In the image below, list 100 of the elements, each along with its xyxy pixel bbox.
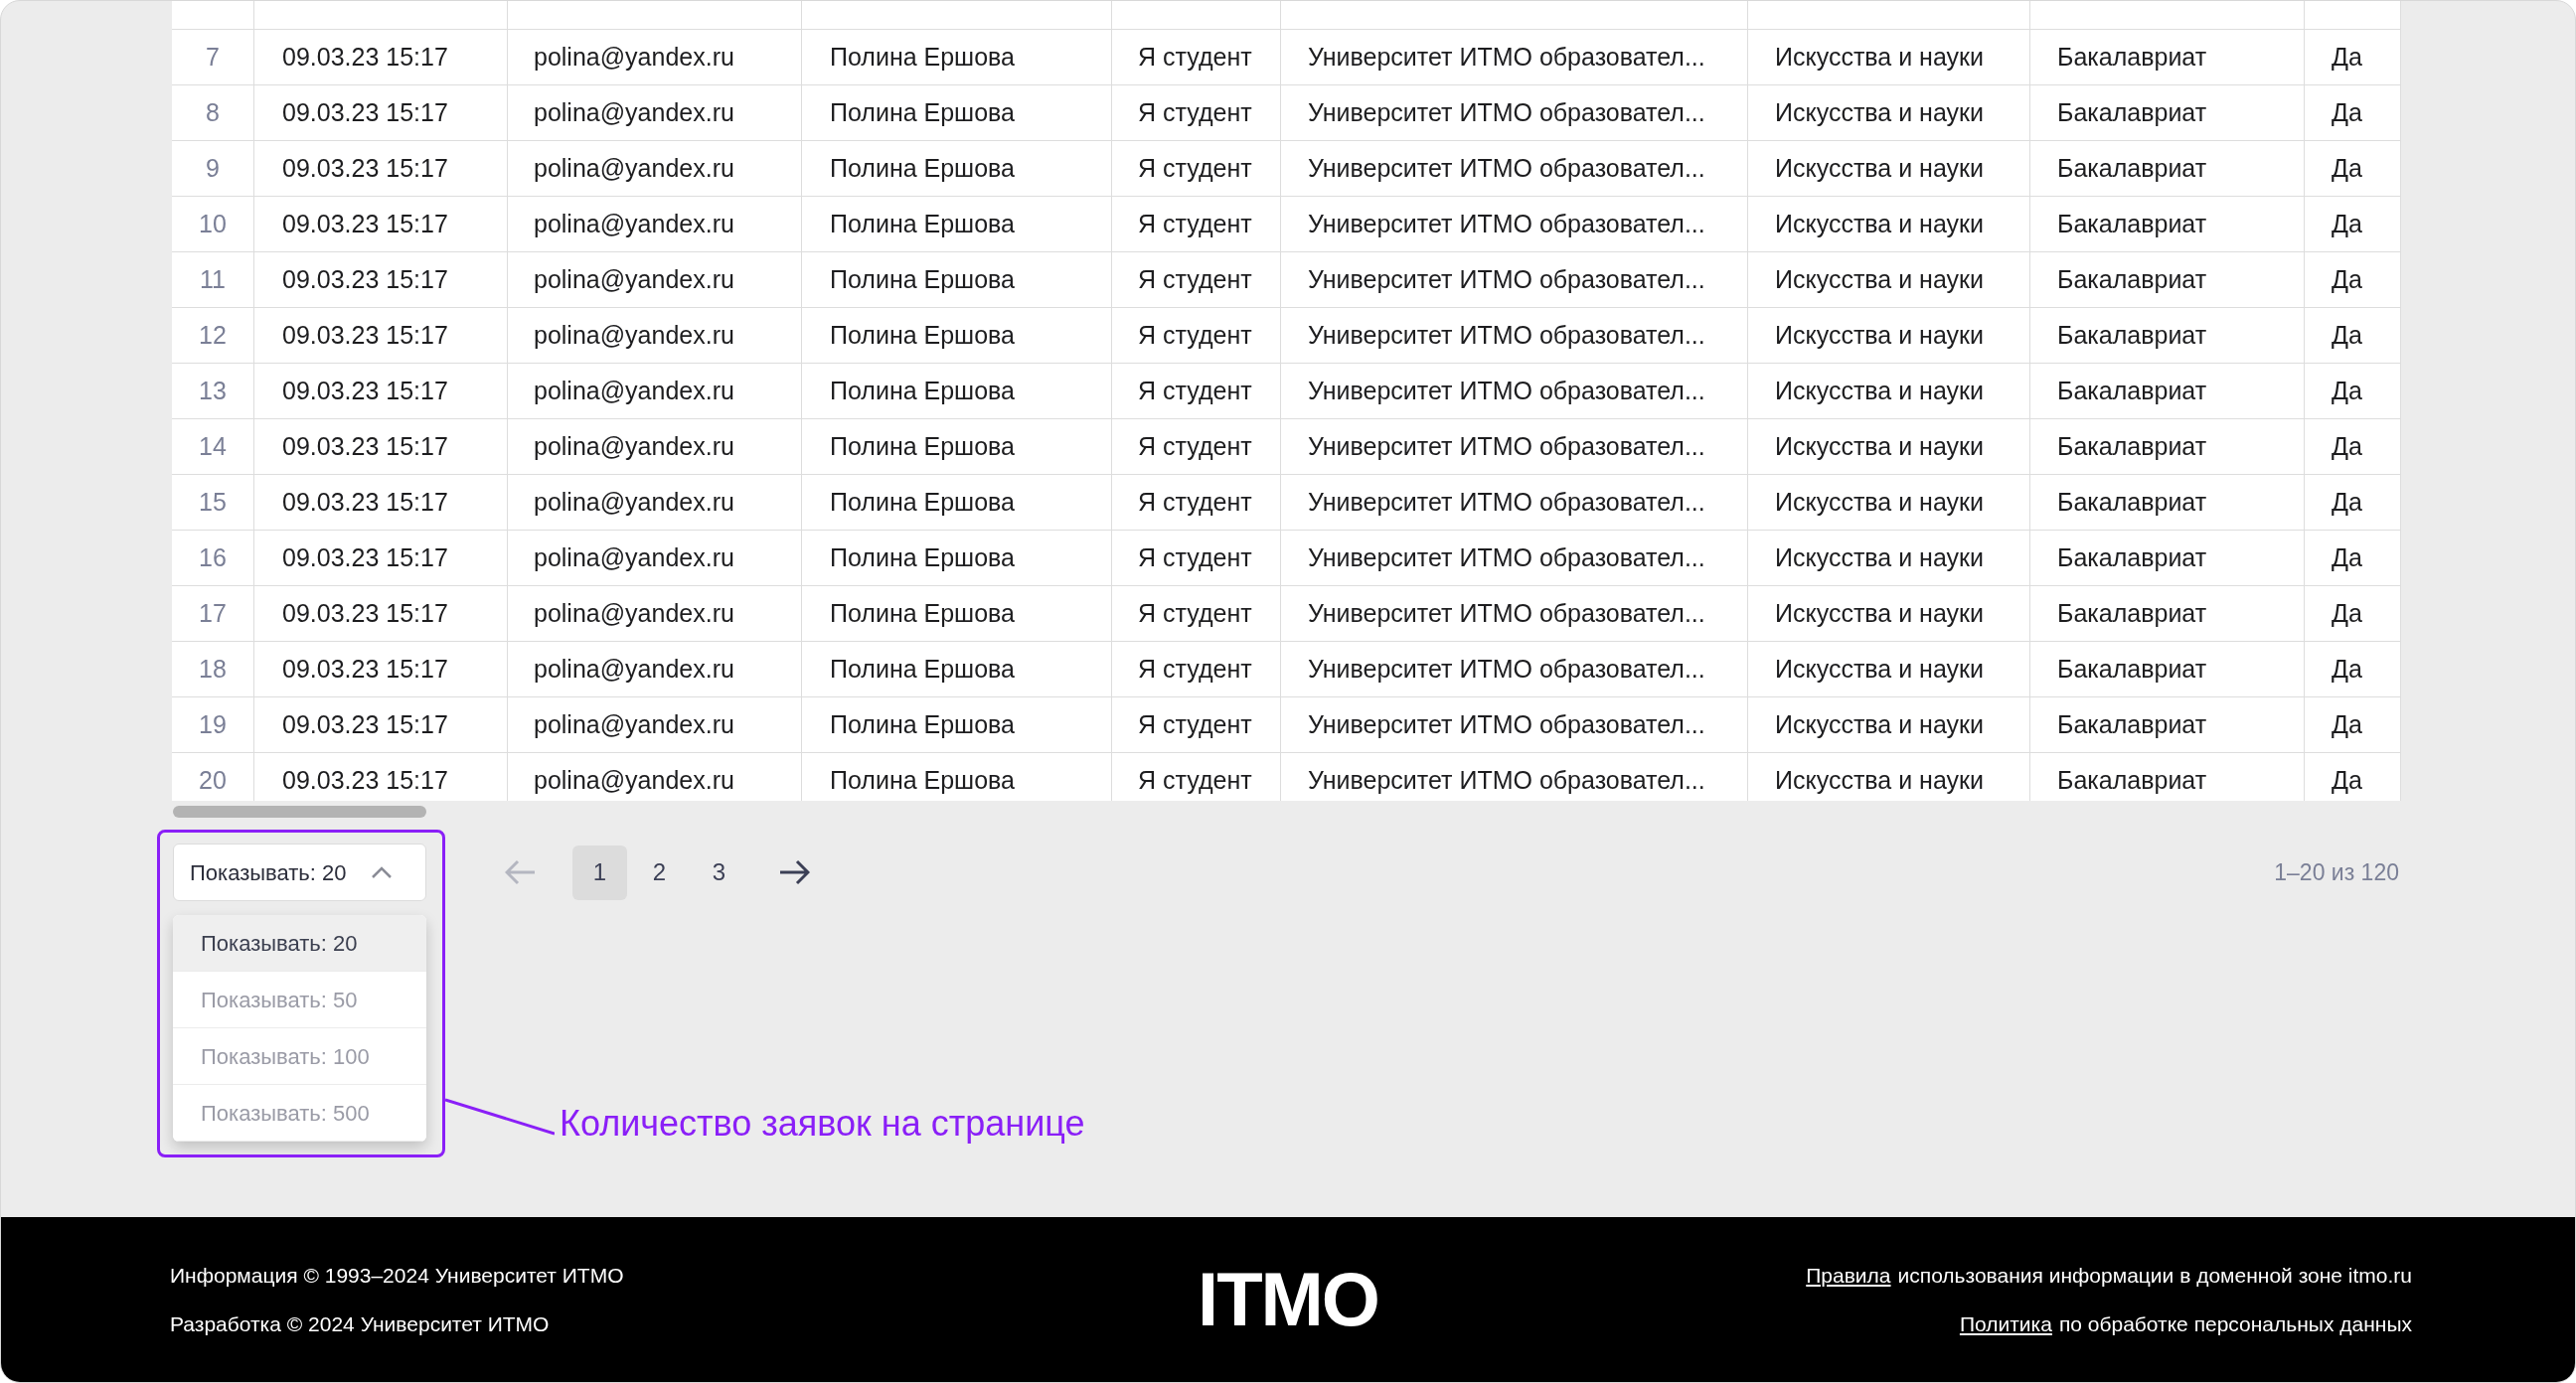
table-cell: polina@yandex.ru <box>508 586 802 641</box>
table-cell: 09.03.23 15:17 <box>254 197 508 251</box>
table-cell: Я студент <box>1112 753 1281 801</box>
table-cell: Бакалавриат <box>2030 30 2305 84</box>
table-cell: 09.03.23 15:17 <box>254 419 508 474</box>
table-cell: Я студент <box>1112 252 1281 307</box>
table-cell: Университет ИТМО образовател... <box>1281 30 1748 84</box>
table-cell: Бакалавриат <box>2030 85 2305 140</box>
table-cell: 09.03.23 15:17 <box>254 30 508 84</box>
table-cell: Искусства и науки <box>1748 531 2030 585</box>
table-cell: polina@yandex.ru <box>508 419 802 474</box>
table-cell: Университет ИТМО образовател... <box>1281 531 1748 585</box>
table-cell: Я студент <box>1112 85 1281 140</box>
table-cell: Университет ИТМО образовател... <box>1281 642 1748 696</box>
table-cell: Университет ИТМО образовател... <box>1281 308 1748 363</box>
table-cell: Да <box>2305 475 2401 530</box>
table-cell: Да <box>2305 642 2401 696</box>
page-button[interactable]: 3 <box>692 845 746 900</box>
table-cell: 18 <box>172 642 254 696</box>
table-cell: Полина Ершова <box>802 141 1112 196</box>
table-cell: Да <box>2305 697 2401 752</box>
table-cell: Университет ИТМО образовател... <box>1281 85 1748 140</box>
table-cell: polina@yandex.ru <box>508 141 802 196</box>
table-cell: Искусства и науки <box>1748 475 2030 530</box>
table-cell: Бакалавриат <box>2030 308 2305 363</box>
table-cell: Да <box>2305 531 2401 585</box>
table-cell: Я студент <box>1112 364 1281 418</box>
table-cell: Полина Ершова <box>802 531 1112 585</box>
menu-option[interactable]: Показывать: 20 <box>173 915 426 972</box>
table-cell: Искусства и науки <box>1748 419 2030 474</box>
table-cell: Бакалавриат <box>2030 642 2305 696</box>
table-cell: 7 <box>172 30 254 84</box>
annotation-text: Количество заявок на странице <box>560 1106 1085 1142</box>
table-cell: Бакалавриат <box>2030 197 2305 251</box>
table-cell: 09.03.23 15:17 <box>254 586 508 641</box>
table-cell: 15 <box>172 475 254 530</box>
table-cell: Я студент <box>1112 642 1281 696</box>
table-cell: Университет ИТМО образовател... <box>1281 753 1748 801</box>
table-cell: Университет ИТМО образовател... <box>1281 475 1748 530</box>
footer-text: по обработке персональных данных <box>2058 1311 2412 1337</box>
table-cell: 09.03.23 15:17 <box>254 85 508 140</box>
table-cell: Университет ИТМО образовател... <box>1281 419 1748 474</box>
table-cell: Я студент <box>1112 475 1281 530</box>
table-cell: polina@yandex.ru <box>508 642 802 696</box>
table-cell: Бакалавриат <box>2030 586 2305 641</box>
table-cell: Университет ИТМО образовател... <box>1281 141 1748 196</box>
table-cell: Полина Ершова <box>802 642 1112 696</box>
table-cell: Университет ИТМО образовател... <box>1281 197 1748 251</box>
table-cell: Да <box>2305 197 2401 251</box>
table-cell: 09.03.23 15:17 <box>254 252 508 307</box>
table-cell: Да <box>2305 85 2401 140</box>
table-cell: Я студент <box>1112 586 1281 641</box>
table-cell: 09.03.23 15:17 <box>254 141 508 196</box>
table-cell: 09.03.23 15:17 <box>254 531 508 585</box>
table-cell: Бакалавриат <box>2030 753 2305 801</box>
arrow-left-icon <box>505 859 537 885</box>
table-cell: Искусства и науки <box>1748 364 2030 418</box>
table-cell: Искусства и науки <box>1748 141 2030 196</box>
table-cell: Бакалавриат <box>2030 475 2305 530</box>
table-cell: Я студент <box>1112 308 1281 363</box>
table-cell: Бакалавриат <box>2030 697 2305 752</box>
table-cell: Искусства и науки <box>1748 586 2030 641</box>
table-cell: Да <box>2305 252 2401 307</box>
table-cell: 09.03.23 15:17 <box>254 697 508 752</box>
table-cell: polina@yandex.ru <box>508 364 802 418</box>
table-cell: Бакалавриат <box>2030 531 2305 585</box>
table-cell: polina@yandex.ru <box>508 252 802 307</box>
table-cell: Я студент <box>1112 419 1281 474</box>
table-cell: polina@yandex.ru <box>508 30 802 84</box>
table-cell: polina@yandex.ru <box>508 475 802 530</box>
table-cell: Я студент <box>1112 531 1281 585</box>
table-cell: Полина Ершова <box>802 197 1112 251</box>
table-cell: Искусства и науки <box>1748 697 2030 752</box>
table-cell: Я студент <box>1112 30 1281 84</box>
table-cell: 09.03.23 15:17 <box>254 475 508 530</box>
table-cell: polina@yandex.ru <box>508 85 802 140</box>
logo: ITMO <box>1198 1262 1378 1337</box>
table-cell: Да <box>2305 586 2401 641</box>
table-cell: 09.03.23 15:17 <box>254 642 508 696</box>
page-size-select[interactable]: Показывать: 20 <box>173 844 426 901</box>
footer-link[interactable]: Правила <box>1806 1259 1891 1291</box>
page-button[interactable]: 2 <box>632 845 687 900</box>
table-cell: Да <box>2305 419 2401 474</box>
footer-text: Информация © 1993–2024 Университет ИТМО <box>170 1262 625 1289</box>
scrollbar-thumb[interactable] <box>173 806 426 818</box>
table-cell: 16 <box>172 531 254 585</box>
table-cell: Да <box>2305 308 2401 363</box>
table-cell: 19 <box>172 697 254 752</box>
table-cell: Да <box>2305 141 2401 196</box>
table-cell: Да <box>2305 30 2401 84</box>
table-cell: Искусства и науки <box>1748 85 2030 140</box>
table-cell: polina@yandex.ru <box>508 531 802 585</box>
range-text: 1–20 из 120 <box>2274 857 2399 887</box>
footer-link[interactable]: Политика <box>1959 1308 2052 1340</box>
table-cell: Полина Ершова <box>802 308 1112 363</box>
page-button[interactable]: 1 <box>572 845 627 900</box>
table-cell: Полина Ершова <box>802 586 1112 641</box>
table-cell: Полина Ершова <box>802 753 1112 801</box>
table-cell: Полина Ершова <box>802 252 1112 307</box>
table-cell: Искусства и науки <box>1748 308 2030 363</box>
